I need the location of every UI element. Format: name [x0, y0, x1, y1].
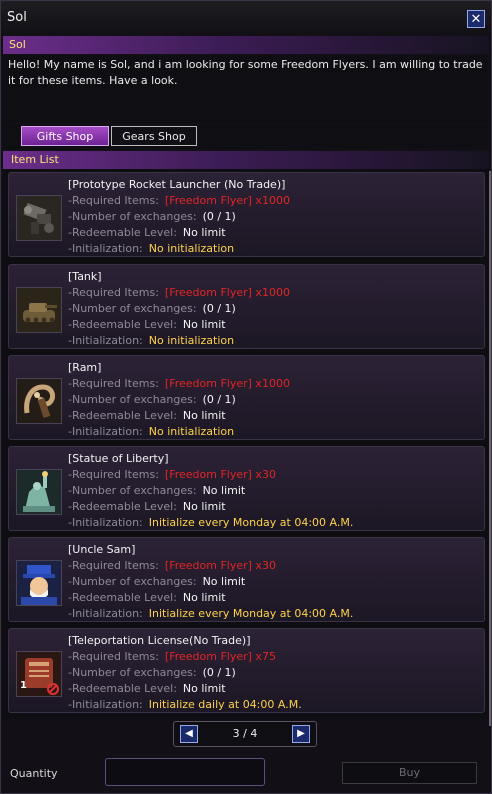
exchanges-row: -Number of exchanges: (0 / 1): [68, 302, 236, 315]
item-name: [Statue of Liberty]: [68, 452, 169, 465]
exchanges-row: -Number of exchanges: (0 / 1): [68, 393, 236, 406]
initialization-row: -Initialization: Initialize every Monday …: [68, 607, 354, 620]
item-name: [Uncle Sam]: [68, 543, 136, 556]
ram-icon: [17, 379, 61, 423]
statue-of-liberty-icon: [17, 470, 61, 514]
required-items-row: -Required Items: [Freedom Flyer] x1000: [68, 194, 290, 207]
list-item[interactable]: [Prototype Rocket Launcher (No Trade)] -…: [8, 172, 485, 257]
required-items-row: -Required Items: [Freedom Flyer] x75: [68, 650, 276, 663]
redeemable-level-row: -Redeemable Level: No limit: [68, 226, 226, 239]
item-icon-slot[interactable]: [16, 560, 62, 606]
exchanges-row: -Number of exchanges: No limit: [68, 484, 246, 497]
close-icon: ✕: [470, 12, 482, 27]
stack-count: 1: [20, 680, 27, 691]
window-title: Sol: [7, 10, 27, 25]
chevron-right-icon: ▶: [297, 728, 305, 739]
item-name: [Prototype Rocket Launcher (No Trade)]: [68, 178, 286, 191]
rocket-launcher-icon: [17, 196, 61, 240]
list-item[interactable]: 1 [Teleportation License(No Trade)] -Req…: [8, 628, 485, 713]
pagination: ◀ 3 / 4 ▶: [173, 721, 317, 747]
tank-icon: [17, 288, 61, 332]
exchanges-row: -Number of exchanges: No limit: [68, 575, 246, 588]
initialization-row: -Initialization: No initialization: [68, 242, 235, 255]
item-icon-slot[interactable]: [16, 195, 62, 241]
initialization-row: -Initialization: No initialization: [68, 425, 235, 438]
item-name: [Ram]: [68, 361, 102, 374]
scrollbar[interactable]: [489, 171, 491, 726]
redeemable-level-row: -Redeemable Level: No limit: [68, 591, 226, 604]
item-list-header: Item List: [3, 151, 489, 169]
redeemable-level-row: -Redeemable Level: No limit: [68, 500, 226, 513]
item-icon-slot[interactable]: [16, 287, 62, 333]
tab-gifts-shop[interactable]: Gifts Shop: [21, 126, 109, 146]
exchanges-row: -Number of exchanges: (0 / 1): [68, 210, 236, 223]
redeemable-level-row: -Redeemable Level: No limit: [68, 409, 226, 422]
shop-tabs: Gifts Shop Gears Shop: [3, 125, 489, 149]
required-items-row: -Required Items: [Freedom Flyer] x30: [68, 468, 276, 481]
npc-dialog-text: Hello! My name is Sol, and i am looking …: [3, 55, 489, 123]
tab-gears-shop[interactable]: Gears Shop: [111, 126, 197, 146]
next-page-button[interactable]: ▶: [292, 725, 310, 743]
initialization-row: -Initialization: Initialize every Monday …: [68, 516, 354, 529]
quantity-label: Quantity: [10, 767, 58, 780]
item-list: [Prototype Rocket Launcher (No Trade)] -…: [3, 169, 489, 719]
list-item[interactable]: [Uncle Sam] -Required Items: [Freedom Fly…: [8, 537, 485, 622]
npc-name-header: Sol: [3, 36, 489, 54]
redeemable-level-row: -Redeemable Level: No limit: [68, 682, 226, 695]
npc-shop-window: Sol ✕ Sol Hello! My name is Sol, and i a…: [0, 0, 492, 794]
list-item[interactable]: [Statue of Liberty] -Required Items: [Fre…: [8, 446, 485, 531]
initialization-row: -Initialization: No initialization: [68, 334, 235, 347]
required-items-row: -Required Items: [Freedom Flyer] x1000: [68, 377, 290, 390]
buy-button[interactable]: Buy: [342, 762, 477, 784]
exchanges-row: -Number of exchanges: (0 / 1): [68, 666, 236, 679]
list-item[interactable]: [Ram] -Required Items: [Freedom Flyer] x1…: [8, 355, 485, 440]
item-name: [Tank]: [68, 270, 102, 283]
quantity-input[interactable]: [105, 758, 265, 786]
required-items-row: -Required Items: [Freedom Flyer] x1000: [68, 286, 290, 299]
redeemable-level-row: -Redeemable Level: No limit: [68, 318, 226, 331]
required-items-row: -Required Items: [Freedom Flyer] x30: [68, 559, 276, 572]
close-button[interactable]: ✕: [467, 10, 485, 28]
title-bar[interactable]: Sol ✕: [1, 1, 491, 35]
item-icon-slot[interactable]: [16, 378, 62, 424]
item-icon-slot[interactable]: 1: [16, 651, 62, 697]
list-item[interactable]: [Tank] -Required Items: [Freedom Flyer] x…: [8, 264, 485, 349]
initialization-row: -Initialization: Initialize daily at 04:0…: [68, 698, 302, 711]
uncle-sam-icon: [17, 561, 61, 605]
item-icon-slot[interactable]: [16, 469, 62, 515]
item-name: [Teleportation License(No Trade)]: [68, 634, 251, 647]
